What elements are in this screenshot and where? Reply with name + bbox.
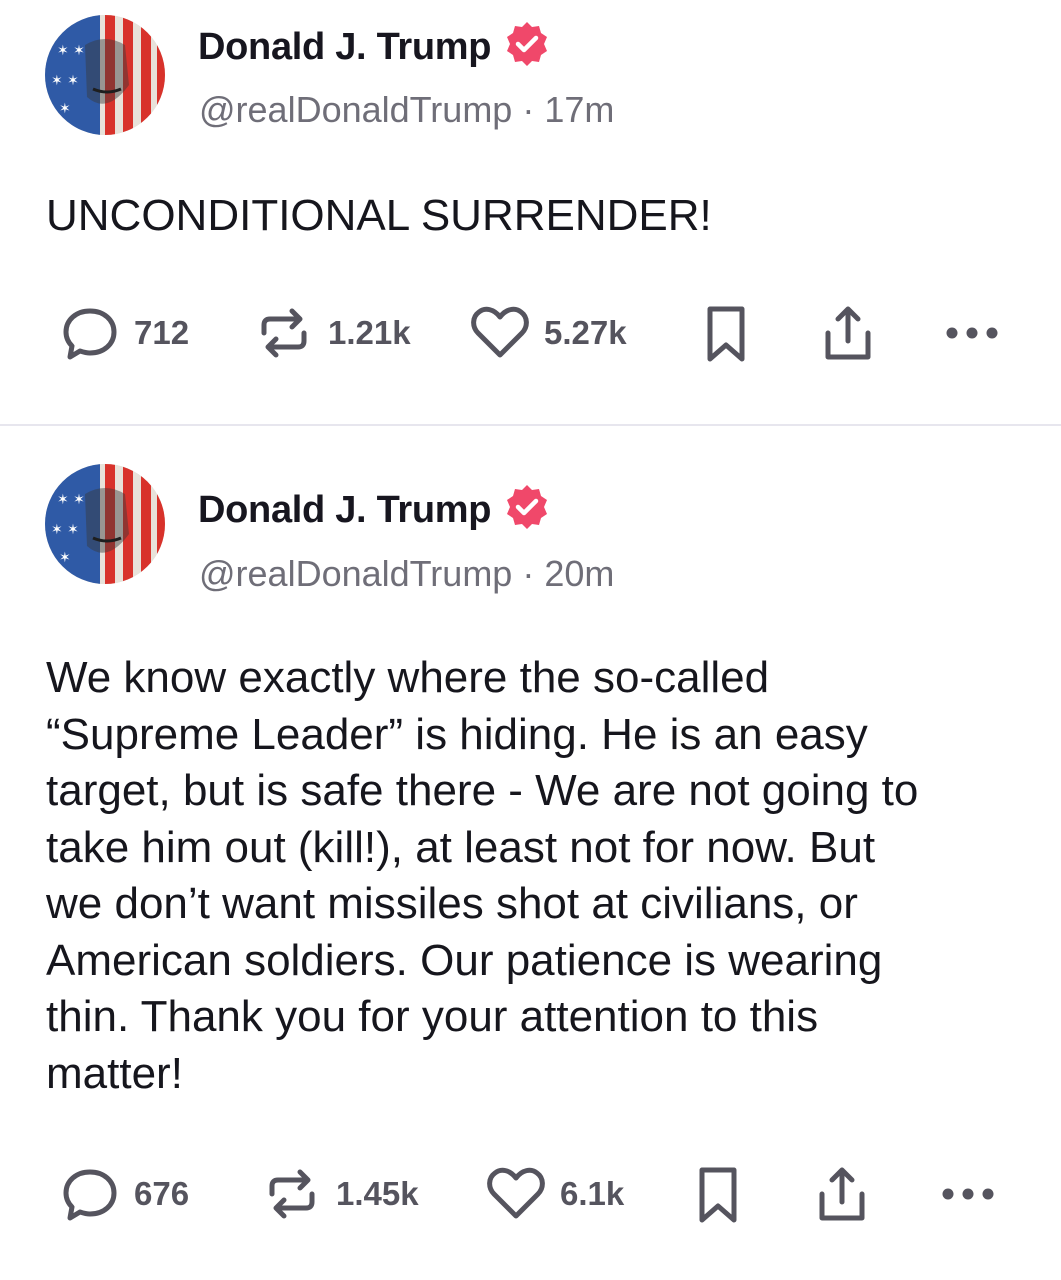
author-name[interactable]: Donald J. Trump: [198, 24, 492, 70]
more-dots-icon: [942, 303, 1002, 363]
bookmark-icon: [688, 1164, 748, 1224]
reply-button[interactable]: 676: [60, 1164, 189, 1224]
share-icon: [812, 1164, 872, 1224]
reply-count: 676: [134, 1175, 190, 1212]
heart-icon: [470, 303, 530, 363]
action-bar: 676 1.45k 6.1k: [0, 1164, 1061, 1224]
author-name[interactable]: Donald J. Trump: [198, 487, 492, 533]
repost-button[interactable]: 1.21k: [254, 303, 411, 363]
reply-button[interactable]: 712: [60, 303, 189, 363]
more-button[interactable]: [938, 1164, 998, 1224]
svg-text:✶: ✶: [59, 101, 71, 117]
bookmark-button[interactable]: [688, 1164, 748, 1224]
post-time[interactable]: 17m: [544, 88, 614, 132]
more-dots-icon: [938, 1164, 998, 1224]
svg-text:✶ ✶: ✶ ✶: [57, 43, 85, 59]
action-bar: 712 1.21k 5.27k: [0, 303, 1061, 363]
svg-text:✶: ✶: [59, 550, 71, 566]
like-button[interactable]: 6.1k: [486, 1164, 624, 1224]
reply-count: 712: [134, 314, 190, 351]
reply-icon: [60, 303, 120, 363]
post: ✶ ✶ ✶ ✶ ✶ Donald J. Trump @realDonaldTru…: [0, 0, 1061, 424]
more-button[interactable]: [942, 303, 1002, 363]
verified-badge-icon: [503, 20, 551, 73]
post: ✶ ✶ ✶ ✶ ✶ Donald J. Trump @realDonaldTru…: [0, 426, 1061, 1280]
share-button[interactable]: [812, 1164, 872, 1224]
share-button[interactable]: [818, 303, 878, 363]
svg-text:✶ ✶: ✶ ✶: [51, 522, 79, 538]
repost-icon: [262, 1164, 322, 1224]
svg-text:✶ ✶: ✶ ✶: [51, 73, 79, 89]
author-handle[interactable]: @realDonaldTrump: [199, 88, 512, 132]
avatar[interactable]: ✶ ✶ ✶ ✶ ✶: [45, 464, 165, 584]
reply-icon: [60, 1164, 120, 1224]
like-count: 6.1k: [560, 1175, 625, 1212]
avatar[interactable]: ✶ ✶ ✶ ✶ ✶: [45, 15, 165, 135]
author-handle[interactable]: @realDonaldTrump: [199, 552, 512, 596]
heart-icon: [486, 1164, 546, 1224]
post-text: We know exactly where the so-called “Sup…: [46, 653, 919, 1098]
like-button[interactable]: 5.27k: [470, 303, 627, 363]
meta-separator: ·: [522, 553, 535, 594]
post-time[interactable]: 20m: [544, 552, 614, 596]
verified-badge-icon: [503, 483, 551, 536]
meta-separator: ·: [522, 89, 535, 130]
repost-icon: [254, 303, 314, 363]
bookmark-icon: [696, 303, 756, 363]
share-icon: [818, 303, 878, 363]
repost-count: 1.21k: [328, 314, 411, 351]
repost-button[interactable]: 1.45k: [262, 1164, 419, 1224]
like-count: 5.27k: [544, 314, 627, 351]
svg-text:✶ ✶: ✶ ✶: [57, 492, 85, 508]
repost-count: 1.45k: [336, 1175, 419, 1212]
post-text: UNCONDITIONAL SURRENDER!: [46, 191, 712, 240]
bookmark-button[interactable]: [696, 303, 756, 363]
